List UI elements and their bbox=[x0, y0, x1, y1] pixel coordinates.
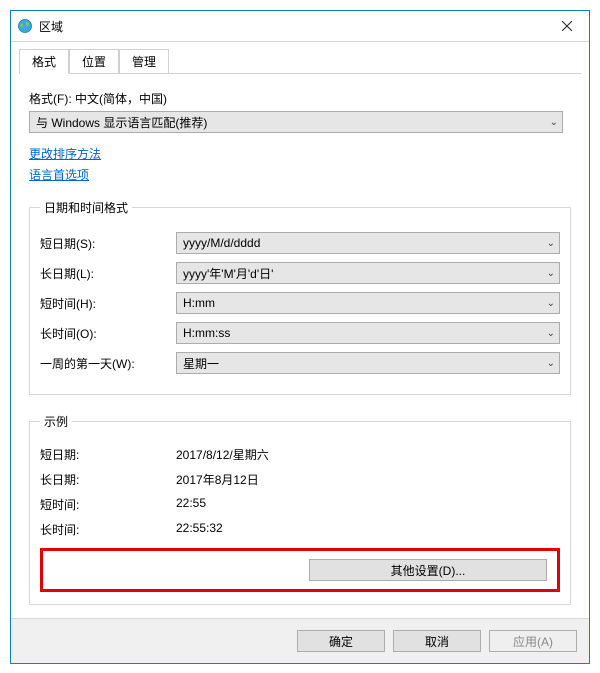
format-label: 格式(F): 中文(简体，中国) bbox=[29, 90, 571, 107]
example-group: 示例 短日期: 2017/8/12/星期六 长日期: 2017年8月12日 短时… bbox=[29, 413, 571, 605]
chevron-down-icon: ⌄ bbox=[547, 298, 555, 309]
ex-long-date-label: 长日期: bbox=[40, 471, 176, 488]
link-change-sort[interactable]: 更改排序方法 bbox=[29, 145, 101, 162]
long-date-label: 长日期(L): bbox=[40, 265, 176, 282]
ex-short-date-value: 2017/8/12/星期六 bbox=[176, 446, 269, 463]
apply-button[interactable]: 应用(A) bbox=[489, 630, 577, 652]
chevron-down-icon: ⌄ bbox=[547, 328, 555, 339]
chevron-down-icon: ⌄ bbox=[550, 117, 558, 128]
tab-location[interactable]: 位置 bbox=[69, 49, 119, 74]
tabstrip: 格式 位置 管理 bbox=[19, 50, 581, 74]
chevron-down-icon: ⌄ bbox=[547, 238, 555, 249]
dialog-button-bar: 确定 取消 应用(A) bbox=[11, 618, 589, 663]
titlebar[interactable]: 区域 bbox=[11, 11, 589, 42]
tab-content: 格式(F): 中文(简体，中国) 与 Windows 显示语言匹配(推荐) ⌄ … bbox=[11, 74, 589, 605]
example-legend: 示例 bbox=[40, 413, 72, 430]
long-time-label: 长时间(O): bbox=[40, 325, 176, 342]
highlight-box: 其他设置(D)... bbox=[40, 548, 560, 592]
tab-admin[interactable]: 管理 bbox=[119, 49, 169, 74]
additional-settings-button[interactable]: 其他设置(D)... bbox=[309, 559, 547, 581]
short-date-label: 短日期(S): bbox=[40, 235, 176, 252]
datetime-format-group: 日期和时间格式 短日期(S): yyyy/M/d/dddd ⌄ 长日期(L): … bbox=[29, 199, 571, 395]
cancel-button[interactable]: 取消 bbox=[393, 630, 481, 652]
datetime-format-legend: 日期和时间格式 bbox=[40, 199, 132, 216]
first-day-label: 一周的第一天(W): bbox=[40, 355, 176, 372]
first-day-combo[interactable]: 星期一 ⌄ bbox=[176, 352, 560, 374]
ex-long-time-value: 22:55:32 bbox=[176, 521, 223, 538]
globe-icon bbox=[17, 18, 33, 34]
link-language-pref[interactable]: 语言首选项 bbox=[29, 166, 89, 183]
chevron-down-icon: ⌄ bbox=[547, 268, 555, 279]
close-button[interactable] bbox=[545, 11, 589, 41]
long-date-combo[interactable]: yyyy'年'M'月'd'日' ⌄ bbox=[176, 262, 560, 284]
ex-short-date-label: 短日期: bbox=[40, 446, 176, 463]
ok-button[interactable]: 确定 bbox=[297, 630, 385, 652]
short-time-label: 短时间(H): bbox=[40, 295, 176, 312]
window-title: 区域 bbox=[39, 18, 63, 35]
short-date-combo[interactable]: yyyy/M/d/dddd ⌄ bbox=[176, 232, 560, 254]
ex-short-time-label: 短时间: bbox=[40, 496, 176, 513]
format-combo[interactable]: 与 Windows 显示语言匹配(推荐) ⌄ bbox=[29, 111, 563, 133]
long-time-combo[interactable]: H:mm:ss ⌄ bbox=[176, 322, 560, 344]
ex-long-date-value: 2017年8月12日 bbox=[176, 471, 259, 488]
links-block: 更改排序方法 语言首选项 bbox=[29, 145, 571, 187]
tab-format[interactable]: 格式 bbox=[19, 49, 69, 74]
format-combo-value: 与 Windows 显示语言匹配(推荐) bbox=[36, 114, 207, 131]
region-dialog: 区域 格式 位置 管理 格式(F): 中文(简体，中国) 与 Windows 显… bbox=[10, 10, 590, 664]
chevron-down-icon: ⌄ bbox=[547, 358, 555, 369]
close-icon bbox=[562, 18, 572, 34]
ex-long-time-label: 长时间: bbox=[40, 521, 176, 538]
ex-short-time-value: 22:55 bbox=[176, 496, 206, 513]
short-time-combo[interactable]: H:mm ⌄ bbox=[176, 292, 560, 314]
